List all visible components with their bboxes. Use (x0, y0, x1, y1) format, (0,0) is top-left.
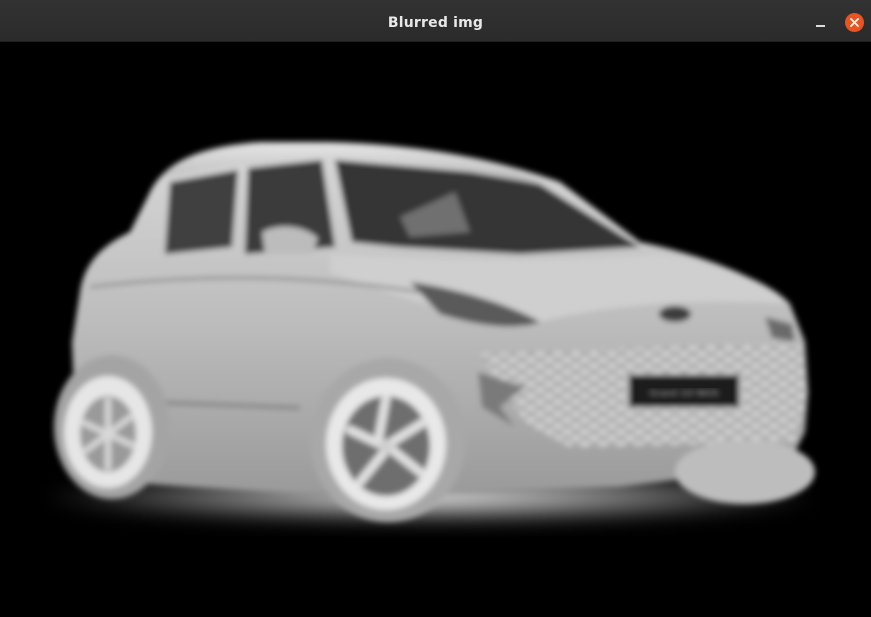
minimize-button[interactable] (808, 12, 832, 34)
right-wheel-arch (675, 440, 815, 504)
rear-window (165, 170, 238, 254)
rear-wheel (64, 376, 152, 488)
blurred-image-canvas: Grand i10 NIOS (0, 42, 871, 617)
car-body-group (54, 142, 815, 522)
minimize-icon (816, 25, 825, 27)
image-window: Blurred img Grand i10 NIOS (0, 0, 871, 617)
title-bar[interactable]: Blurred img (0, 0, 871, 42)
blurred-car-image: Grand i10 NIOS (40, 142, 820, 525)
brand-logo (659, 306, 691, 322)
front-wheel (326, 378, 446, 510)
license-plate-text: Grand i10 NIOS (649, 389, 719, 399)
close-icon (850, 18, 859, 27)
close-button[interactable] (845, 13, 864, 32)
window-title: Blurred img (387, 15, 484, 31)
